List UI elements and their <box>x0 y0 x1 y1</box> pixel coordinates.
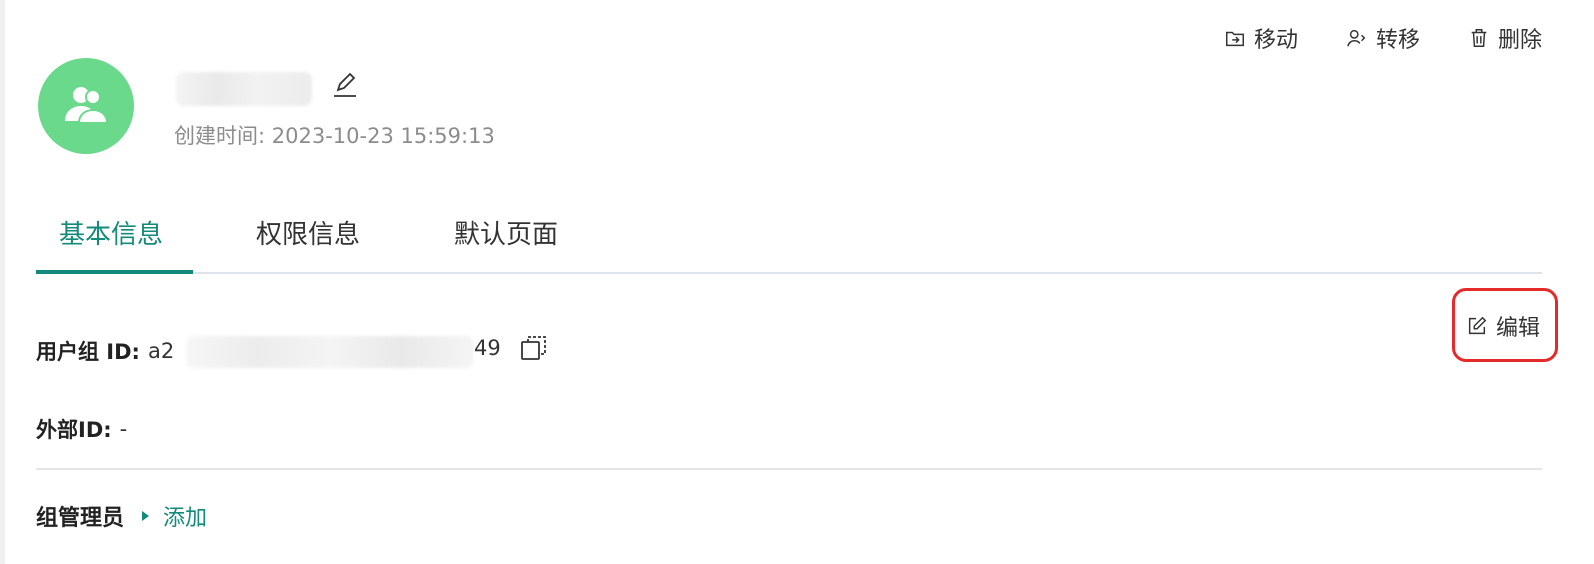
group-id-value-suffix: 49 <box>474 336 501 360</box>
delete-button[interactable]: 删除 <box>1468 22 1542 54</box>
group-id-row: 用户组 ID: a2 <box>36 336 174 366</box>
trash-icon <box>1471 29 1487 47</box>
add-admin-link[interactable]: 添加 <box>163 500 207 532</box>
group-id-value-prefix: a2 <box>147 339 175 363</box>
move-label: 移动 <box>1253 28 1298 53</box>
external-id-label: 外部ID: <box>36 418 112 442</box>
move-folder-icon <box>1225 31 1244 47</box>
external-id-value: - <box>119 417 128 441</box>
group-id-redacted <box>186 336 474 368</box>
user-group-icon <box>65 87 109 124</box>
tab-permission-info[interactable]: 权限信息 <box>256 214 360 251</box>
copy-icon[interactable] <box>518 332 550 364</box>
tab-bar: 基本信息 权限信息 默认页面 <box>36 200 1542 274</box>
section-divider <box>36 468 1542 470</box>
group-name-redacted <box>176 72 312 106</box>
edit-label: 编辑 <box>1496 316 1541 341</box>
left-panel-border <box>0 0 5 564</box>
edit-name-icon[interactable] <box>330 70 360 100</box>
created-label: 创建时间: <box>174 124 266 148</box>
transfer-button[interactable]: 转移 <box>1346 22 1420 54</box>
group-admin-label: 组管理员 <box>36 506 125 531</box>
user-transfer-icon <box>1347 29 1366 47</box>
group-id-suffix-row: 49 <box>474 336 501 360</box>
group-admin-row: 组管理员 添加 <box>36 500 207 532</box>
group-avatar <box>38 58 134 154</box>
tab-basic-info[interactable]: 基本信息 <box>59 214 163 251</box>
transfer-label: 转移 <box>1375 28 1420 53</box>
caret-right-icon[interactable] <box>142 511 150 521</box>
tab-default-page[interactable]: 默认页面 <box>454 214 558 251</box>
edit-button[interactable]: 编辑 <box>1466 310 1540 342</box>
edit-icon <box>1468 316 1487 335</box>
active-tab-indicator <box>36 270 193 274</box>
group-id-label: 用户组 ID: <box>36 340 140 364</box>
external-id-row: 外部ID: - <box>36 414 127 444</box>
top-actions: 移动 转移 删除 <box>1224 22 1542 54</box>
created-value: 2023-10-23 15:59:13 <box>271 124 495 148</box>
delete-label: 删除 <box>1497 28 1542 53</box>
move-button[interactable]: 移动 <box>1224 22 1298 54</box>
created-time: 创建时间: 2023-10-23 15:59:13 <box>174 120 495 150</box>
